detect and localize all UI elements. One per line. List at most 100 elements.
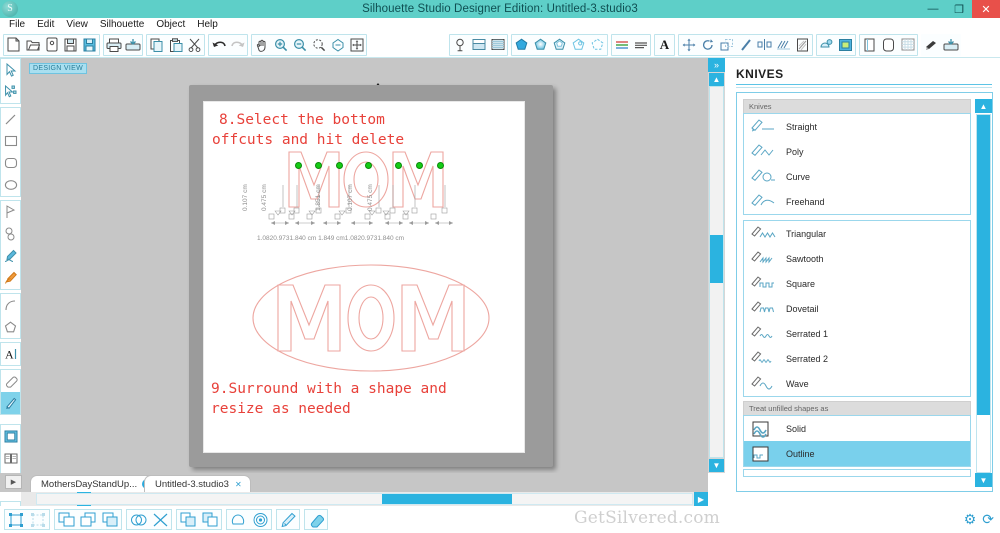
zoom-in-icon[interactable] [271, 35, 290, 55]
inner-offset-icon[interactable] [249, 510, 271, 529]
settings-gear-icon[interactable]: ⚙ [964, 511, 977, 528]
sync-refresh-icon[interactable]: ⟳ [982, 511, 994, 528]
selection-handle[interactable] [437, 162, 444, 169]
send-to-silhouette-icon[interactable] [123, 35, 142, 55]
text-tool[interactable]: A [1, 343, 20, 365]
rectangle-tool[interactable] [1, 130, 20, 152]
design-canvas[interactable]: DESIGN VIEW 8.Select the bottom offcuts … [21, 58, 708, 473]
save-icon[interactable] [61, 35, 80, 55]
fill-gradient-icon[interactable] [531, 35, 550, 55]
trace-icon[interactable] [836, 35, 855, 55]
line-style-icon[interactable] [588, 35, 607, 55]
scroll-up-button[interactable]: ▲ [709, 73, 724, 86]
knife-item-straight[interactable]: Straight [744, 114, 970, 139]
offset-icon[interactable] [817, 35, 836, 55]
zoom-region-icon[interactable] [328, 35, 347, 55]
cut-settings-icon[interactable] [469, 35, 488, 55]
make-compound-path-icon[interactable] [55, 510, 77, 529]
panel-scroll-thumb[interactable] [977, 115, 990, 415]
tab-untitled-3[interactable]: Untitled-3.studio3 ✕ [144, 475, 251, 492]
selection-handle[interactable] [365, 162, 372, 169]
knife-item-dovetail[interactable]: Dovetail [744, 296, 970, 321]
redo-icon[interactable] [228, 35, 247, 55]
zoom-out-icon[interactable] [290, 35, 309, 55]
bottom-mom-artwork[interactable] [251, 263, 491, 373]
regular-polygon-tool[interactable] [1, 316, 20, 338]
horizontal-scroll-track[interactable] [36, 493, 693, 505]
replicate-icon[interactable] [774, 35, 793, 55]
selection-handle[interactable] [416, 162, 423, 169]
line-tool[interactable] [1, 108, 20, 130]
zoom-selection-icon[interactable] [309, 35, 328, 55]
knife-item-triangular[interactable]: Triangular [744, 221, 970, 246]
nest-icon[interactable] [793, 35, 812, 55]
selection-handle[interactable] [295, 162, 302, 169]
knife-item-sawtooth[interactable]: Sawtooth [744, 246, 970, 271]
menu-help[interactable]: Help [191, 18, 224, 32]
page-area[interactable]: 8.Select the bottom offcuts and hit dele… [203, 101, 525, 453]
polygon-tool[interactable] [1, 201, 20, 223]
eraser-icon[interactable] [305, 510, 327, 529]
treat-item-solid[interactable]: Solid [744, 416, 970, 441]
vertical-scroll-track[interactable] [709, 86, 724, 458]
page-setup-icon[interactable] [450, 35, 469, 55]
menu-file[interactable]: File [3, 18, 31, 32]
selection-handle[interactable] [336, 162, 343, 169]
scale-icon[interactable] [717, 35, 736, 55]
cutting-mat[interactable]: 8.Select the bottom offcuts and hit dele… [189, 85, 553, 467]
move-icon[interactable] [679, 35, 698, 55]
knife-item-poly[interactable]: Poly [744, 139, 970, 164]
arc-tool[interactable] [1, 294, 20, 316]
close-button[interactable]: ✕ [972, 0, 1000, 18]
grid-icon[interactable] [898, 35, 917, 55]
knife-item-serrated2[interactable]: Serrated 2 [744, 346, 970, 371]
duplicate-icon[interactable] [177, 510, 199, 529]
new-document-icon[interactable] [4, 35, 23, 55]
panel-scroll-down-button[interactable]: ▼ [975, 473, 992, 487]
fit-to-window-icon[interactable] [347, 35, 366, 55]
curve-tool[interactable] [1, 223, 20, 245]
group-icon[interactable] [5, 510, 27, 529]
text-tool-icon[interactable]: A [655, 35, 674, 55]
select-tool[interactable] [1, 59, 20, 81]
menu-edit[interactable]: Edit [31, 18, 60, 32]
paste-icon[interactable] [166, 35, 185, 55]
ungroup-icon[interactable] [27, 510, 49, 529]
eraser-tool[interactable] [1, 370, 20, 392]
treat-item-outline[interactable]: Outline [744, 441, 970, 466]
paragraph-icon[interactable] [631, 35, 650, 55]
shear-icon[interactable] [736, 35, 755, 55]
canvas-vertical-scrollbar[interactable]: » ▲ ▼ [708, 58, 725, 473]
maximize-button[interactable]: ❐ [946, 0, 972, 18]
ellipse-tool[interactable] [1, 174, 20, 196]
subtract-icon[interactable] [149, 510, 171, 529]
save-as-icon[interactable] [80, 35, 99, 55]
scroll-down-button[interactable]: ▼ [709, 459, 724, 472]
open-folder-icon[interactable] [23, 35, 42, 55]
knife-item-serrated1[interactable]: Serrated 1 [744, 321, 970, 346]
tab-scroll-button[interactable]: ▶ [5, 475, 22, 489]
knife-item-square[interactable]: Square [744, 271, 970, 296]
knife-tool-icon[interactable] [922, 35, 941, 55]
line-color-icon[interactable] [569, 35, 588, 55]
menu-object[interactable]: Object [150, 18, 191, 32]
library-tool[interactable] [1, 447, 20, 469]
horizontal-scroll-thumb[interactable] [382, 494, 512, 504]
knife-tool[interactable] [1, 392, 20, 414]
send-to-back-icon[interactable] [99, 510, 121, 529]
weld-icon[interactable] [127, 510, 149, 529]
registration-marks-icon[interactable] [488, 35, 507, 55]
vertical-scroll-thumb[interactable] [710, 235, 723, 283]
copy-icon[interactable] [147, 35, 166, 55]
knife-item-freehand[interactable]: Freehand [744, 189, 970, 214]
canvas-horizontal-scrollbar[interactable]: ◀ ▶ [21, 492, 708, 506]
menu-silhouette[interactable]: Silhouette [94, 18, 150, 32]
collapse-panel-button[interactable]: » [708, 58, 725, 72]
freehand-tool[interactable] [1, 245, 20, 267]
fill-color-icon[interactable] [512, 35, 531, 55]
panel-scroll-up-button[interactable]: ▲ [975, 99, 992, 113]
offset-icon[interactable] [227, 510, 249, 529]
align-icon[interactable] [755, 35, 774, 55]
panel-scroll-track[interactable] [976, 114, 991, 473]
print-bleed-icon[interactable] [879, 35, 898, 55]
